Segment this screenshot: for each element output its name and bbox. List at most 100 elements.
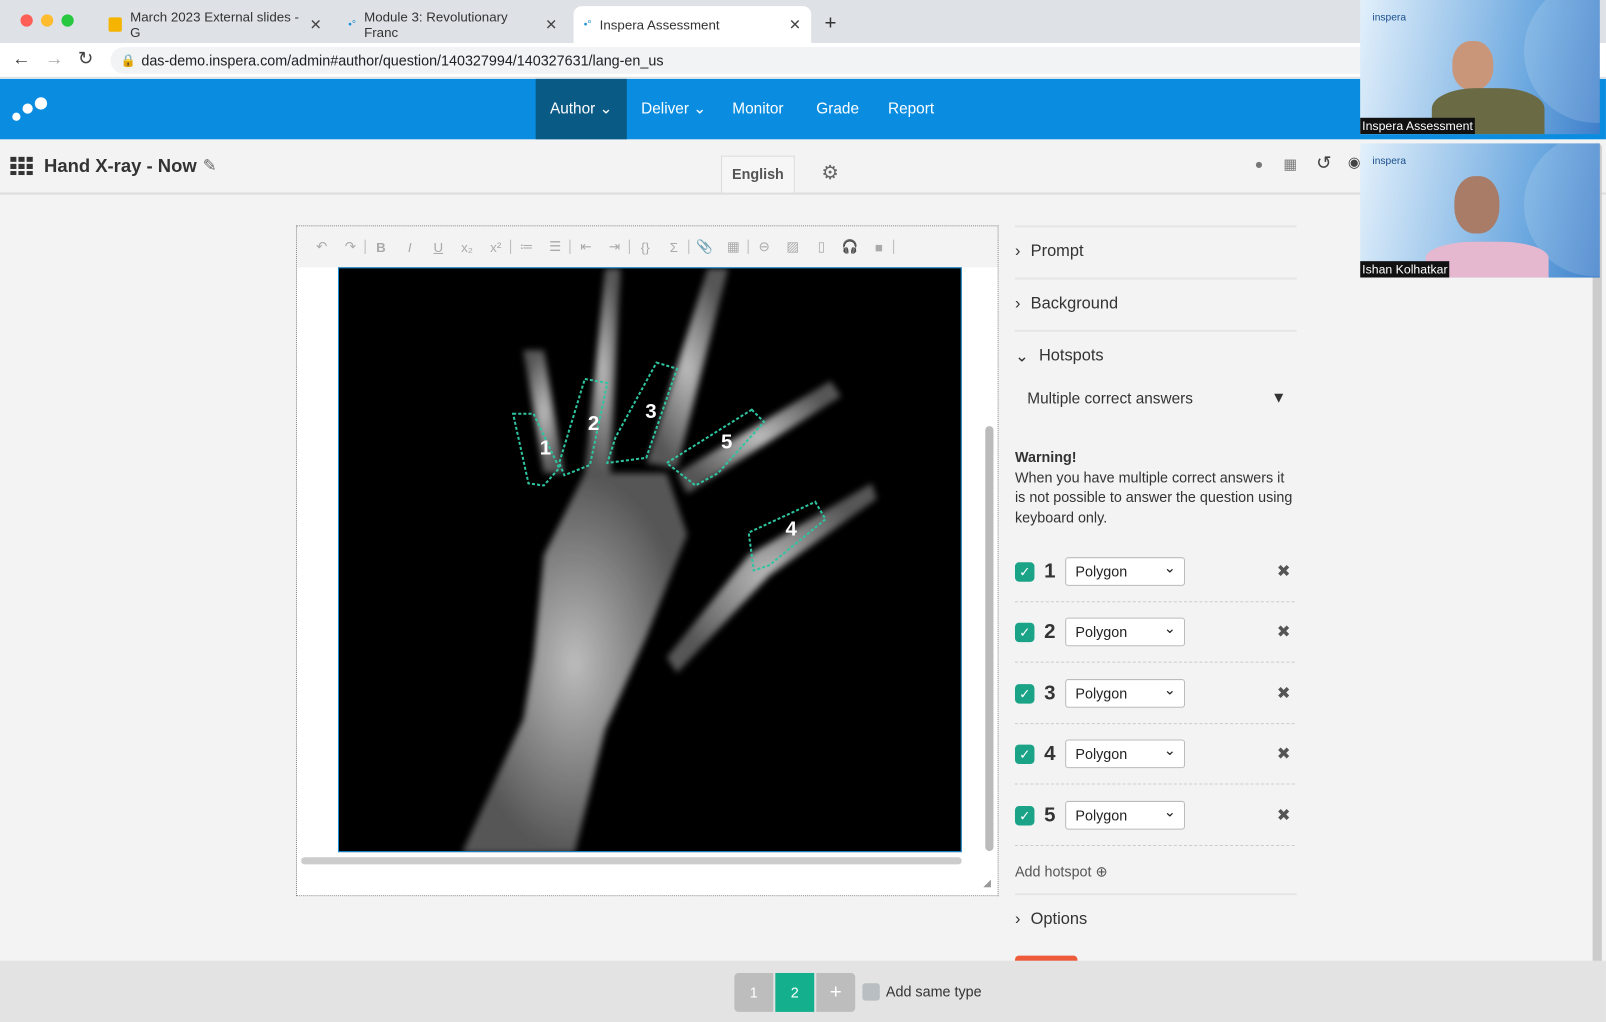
browser-tab[interactable]: •° Module 3: Revolutionary Franc ✕ — [338, 6, 567, 43]
hotspot-number: 4 — [1044, 742, 1056, 765]
pdf-icon[interactable]: ▯ — [807, 239, 836, 255]
user-icon[interactable]: ● — [1255, 156, 1264, 172]
hotspot-row: ✓ 2 Polygon ✖ — [1014, 602, 1295, 663]
tab-title: Module 3: Revolutionary Franc — [364, 9, 508, 40]
delete-hotspot-icon[interactable]: ✖ — [1277, 622, 1291, 642]
inspera-watermark: inspera — [1372, 12, 1407, 24]
nav-report[interactable]: Report — [874, 79, 949, 139]
nav-grade[interactable]: Grade — [802, 79, 873, 139]
outdent-icon[interactable]: ⇤ — [572, 239, 601, 255]
tab-title: March 2023 External slides - G — [130, 9, 299, 40]
undo-icon[interactable]: ↶ — [307, 239, 336, 255]
back-icon[interactable]: ← — [12, 48, 30, 70]
hotspot-label: 1 — [540, 437, 551, 460]
close-window-button[interactable] — [20, 14, 33, 27]
hotspot-checkbox[interactable]: ✓ — [1014, 622, 1035, 642]
settings-gear-icon[interactable]: ⚙ — [821, 162, 838, 186]
page-button-2-active[interactable]: 2 — [775, 972, 815, 1012]
browser-tab-active[interactable]: •° Inspera Assessment ✕ — [573, 6, 812, 44]
nav-deliver[interactable]: Deliver ⌄ — [627, 79, 721, 139]
delete-hotspot-icon[interactable]: ✖ — [1277, 683, 1291, 703]
italic-icon[interactable]: I — [395, 239, 424, 254]
hotspot-checkbox[interactable]: ✓ — [1014, 805, 1035, 825]
subscript-icon[interactable]: x₂ — [453, 239, 482, 254]
minimize-window-button[interactable] — [40, 14, 54, 27]
delete-hotspot-icon[interactable]: ✖ — [1277, 744, 1291, 764]
page-title: Hand X-ray - Now — [44, 155, 197, 177]
indent-icon[interactable]: ⇥ — [600, 239, 629, 255]
math-sigma-icon[interactable]: Σ — [660, 239, 689, 254]
add-same-type-label: Add same type — [885, 983, 982, 1000]
add-same-type-checkbox[interactable] — [862, 983, 880, 1001]
hotspot-checkbox[interactable]: ✓ — [1014, 561, 1035, 582]
hotspot-checkbox[interactable]: ✓ — [1014, 683, 1035, 704]
video-tile: inspera Ishan Kolhatkar — [1360, 143, 1600, 278]
browser-tab[interactable]: March 2023 External slides - G ✕ — [98, 6, 332, 43]
underline-icon[interactable]: U — [424, 239, 453, 254]
table-icon[interactable]: ▦ — [719, 239, 748, 255]
close-tab-icon[interactable]: ✕ — [310, 16, 322, 33]
section-options[interactable]: › Options — [1014, 893, 1297, 944]
section-hotspots[interactable]: ⌄ Hotspots — [1014, 329, 1297, 381]
video-tile: inspera Inspera Assessment — [1360, 0, 1600, 135]
vertical-scrollbar[interactable] — [985, 426, 994, 852]
slides-icon — [108, 17, 122, 32]
page-button-1[interactable]: 1 — [734, 972, 774, 1012]
chevron-right-icon: › — [1014, 242, 1021, 261]
shape-select[interactable]: Polygon — [1065, 798, 1185, 830]
superscript-icon[interactable]: x² — [481, 239, 510, 254]
url-field[interactable]: 🔒 das-demo.inspera.com/admin#author/quest… — [110, 47, 1402, 74]
hotspot-label: 3 — [645, 400, 656, 423]
shape-select[interactable]: Polygon — [1065, 736, 1185, 769]
history-icon[interactable]: ↺ — [1316, 153, 1331, 175]
nav-author[interactable]: Author ⌄ — [535, 78, 627, 140]
hand-xray-image[interactable]: 1 2 3 5 4 — [337, 267, 962, 853]
attachment-icon[interactable]: 📎 — [690, 239, 719, 255]
redo-icon[interactable]: ↷ — [336, 239, 365, 255]
edit-pencil-icon[interactable]: ✎ — [203, 156, 217, 176]
add-hotspot-label: Add hotspot — [1014, 863, 1092, 880]
building-icon[interactable]: ▦ — [1283, 156, 1297, 173]
delete-hotspot-icon[interactable]: ✖ — [1277, 805, 1291, 825]
code-icon[interactable]: {} — [631, 239, 660, 254]
inspera-logo — [12, 97, 48, 121]
bullet-list-icon[interactable]: ☰ — [541, 239, 570, 255]
close-tab-icon[interactable]: ✕ — [545, 16, 557, 33]
audio-icon[interactable]: 🎧 — [836, 239, 865, 255]
delete-hotspot-icon[interactable]: ✖ — [1277, 561, 1291, 581]
resize-handle-icon[interactable]: ◢ — [983, 878, 991, 889]
shape-select[interactable]: Polygon — [1065, 554, 1185, 586]
video-icon[interactable]: ■ — [864, 239, 893, 254]
close-tab-icon[interactable]: ✕ — [789, 16, 801, 33]
hand-bones — [462, 268, 877, 852]
reload-icon[interactable]: ↻ — [78, 48, 93, 70]
maximize-window-button[interactable] — [61, 14, 74, 27]
grid-menu-icon[interactable] — [10, 156, 34, 176]
language-tab-english[interactable]: English — [721, 155, 795, 193]
warning-box: Warning! When you have multiple correct … — [1015, 448, 1297, 528]
forward-icon[interactable]: → — [45, 48, 63, 70]
question-pager: 1 2 + Add same type — [0, 960, 1606, 1022]
section-prompt[interactable]: › Prompt — [1014, 225, 1297, 276]
hotspot-checkbox[interactable]: ✓ — [1014, 744, 1035, 764]
caret-down-icon: ▼ — [1271, 389, 1287, 407]
add-page-button[interactable]: + — [816, 972, 856, 1012]
url-text: das-demo.inspera.com/admin#author/questi… — [141, 52, 664, 69]
link-icon[interactable]: ⊖ — [750, 239, 779, 255]
bold-icon[interactable]: B — [367, 239, 396, 254]
chevron-right-icon: › — [1014, 910, 1021, 928]
section-background[interactable]: › Background — [1014, 277, 1297, 329]
inspera-icon: •° — [348, 18, 356, 31]
new-tab-button[interactable]: + — [824, 12, 836, 36]
horizontal-scrollbar[interactable] — [301, 857, 962, 865]
shape-select[interactable]: Polygon — [1065, 615, 1185, 647]
image-icon[interactable]: ▨ — [778, 239, 807, 255]
numbered-list-icon[interactable]: ≔ — [512, 239, 541, 255]
participant-head — [1454, 176, 1500, 234]
plus-circle-icon: ⊕ — [1095, 863, 1108, 880]
nav-monitor[interactable]: Monitor — [718, 79, 798, 139]
shape-select[interactable]: Polygon — [1065, 676, 1185, 708]
add-hotspot-link[interactable]: Add hotspot ⊕ — [1015, 863, 1108, 880]
preview-eye-icon[interactable]: ◉ — [1348, 154, 1361, 171]
answer-mode-select[interactable]: Multiple correct answers ▼ — [1027, 389, 1291, 407]
